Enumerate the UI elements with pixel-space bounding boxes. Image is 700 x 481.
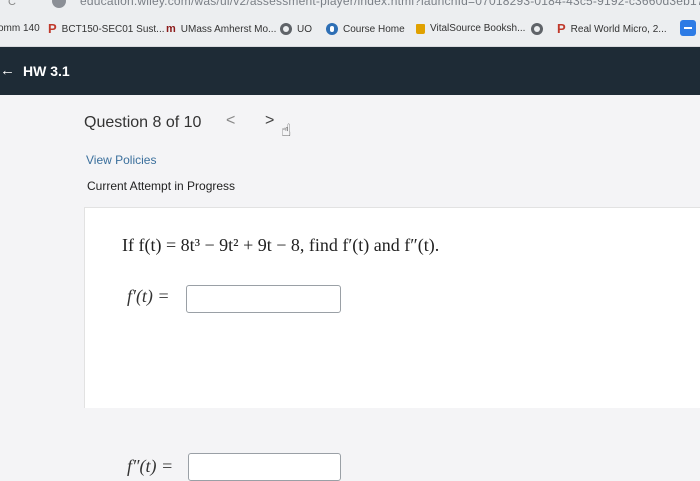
assignment-title: HW 3.1 <box>23 62 70 79</box>
back-arrow-icon: ← <box>0 62 15 79</box>
bookmark-globe[interactable] <box>531 23 548 35</box>
site-info-icon[interactable] <box>52 0 66 8</box>
globe-icon <box>280 23 292 35</box>
main-content: Question 8 of 10 < > ☝ View Policies Cur… <box>0 95 700 481</box>
bookmark-label: BCT150-SEC01 Sust... <box>61 23 165 35</box>
first-derivative-label: f′(t) = <box>127 286 170 306</box>
bookmark-bct150[interactable]: P BCT150-SEC01 Sust... <box>48 21 165 36</box>
url-text[interactable]: education.wiley.com/was/ui/v2/assessment… <box>80 0 700 8</box>
bookmark-uo[interactable]: UO <box>280 23 312 35</box>
bookmark-umass[interactable]: m UMass Amherst Mo... <box>166 23 276 35</box>
bookmark-label: omm 140 <box>0 23 40 34</box>
bookmark-label: UMass Amherst Mo... <box>180 23 277 35</box>
bookmark-label: UO <box>297 23 312 35</box>
second-derivative-input[interactable] <box>188 453 341 481</box>
p-logo-icon: P <box>48 21 57 36</box>
bookmark-real-world-micro[interactable]: P Real World Micro, 2... <box>557 21 667 36</box>
bookmark-label: Course Home <box>343 23 405 35</box>
reload-icon[interactable]: C <box>8 0 16 8</box>
bookmark-extension-icon[interactable] <box>680 20 696 36</box>
browser-address-bar[interactable]: C education.wiley.com/was/ui/v2/assessme… <box>0 0 700 12</box>
bookmark-course-home[interactable]: Course Home <box>326 23 405 35</box>
back-to-assignment-link[interactable]: ← HW 3.1 <box>0 62 70 79</box>
attempt-status: Current Attempt in Progress <box>87 179 236 193</box>
globe-icon <box>531 23 543 35</box>
bag-icon <box>416 23 425 34</box>
pearson-icon <box>326 23 338 35</box>
bookmark-omm140[interactable]: omm 140 <box>0 23 40 34</box>
question-panel: If f(t) = 8t³ − 9t² + 9t − 8, find f′(t)… <box>84 207 700 481</box>
bookmark-label: Real World Micro, 2... <box>570 23 667 35</box>
bookmark-vitalsource[interactable]: VitalSource Booksh... <box>416 23 525 34</box>
bookmarks-bar: omm 140 P BCT150-SEC01 Sust... m UMass A… <box>0 12 700 47</box>
hand-cursor-icon: ☝ <box>281 121 292 140</box>
question-counter: Question 8 of 10 <box>84 114 202 131</box>
next-question-button[interactable]: > <box>265 112 274 130</box>
previous-question-button[interactable]: < <box>226 112 235 130</box>
p-logo-icon: P <box>557 21 566 36</box>
question-prompt: If f(t) = 8t³ − 9t² + 9t − 8, find f′(t)… <box>122 235 440 255</box>
app-header: ← HW 3.1 <box>0 47 700 95</box>
bookmark-label: VitalSource Booksh... <box>430 23 526 34</box>
umass-logo-icon: m <box>166 23 176 35</box>
first-derivative-input[interactable] <box>186 285 341 313</box>
view-policies-link[interactable]: View Policies <box>86 153 156 167</box>
second-derivative-label: f″(t) = <box>127 456 174 476</box>
